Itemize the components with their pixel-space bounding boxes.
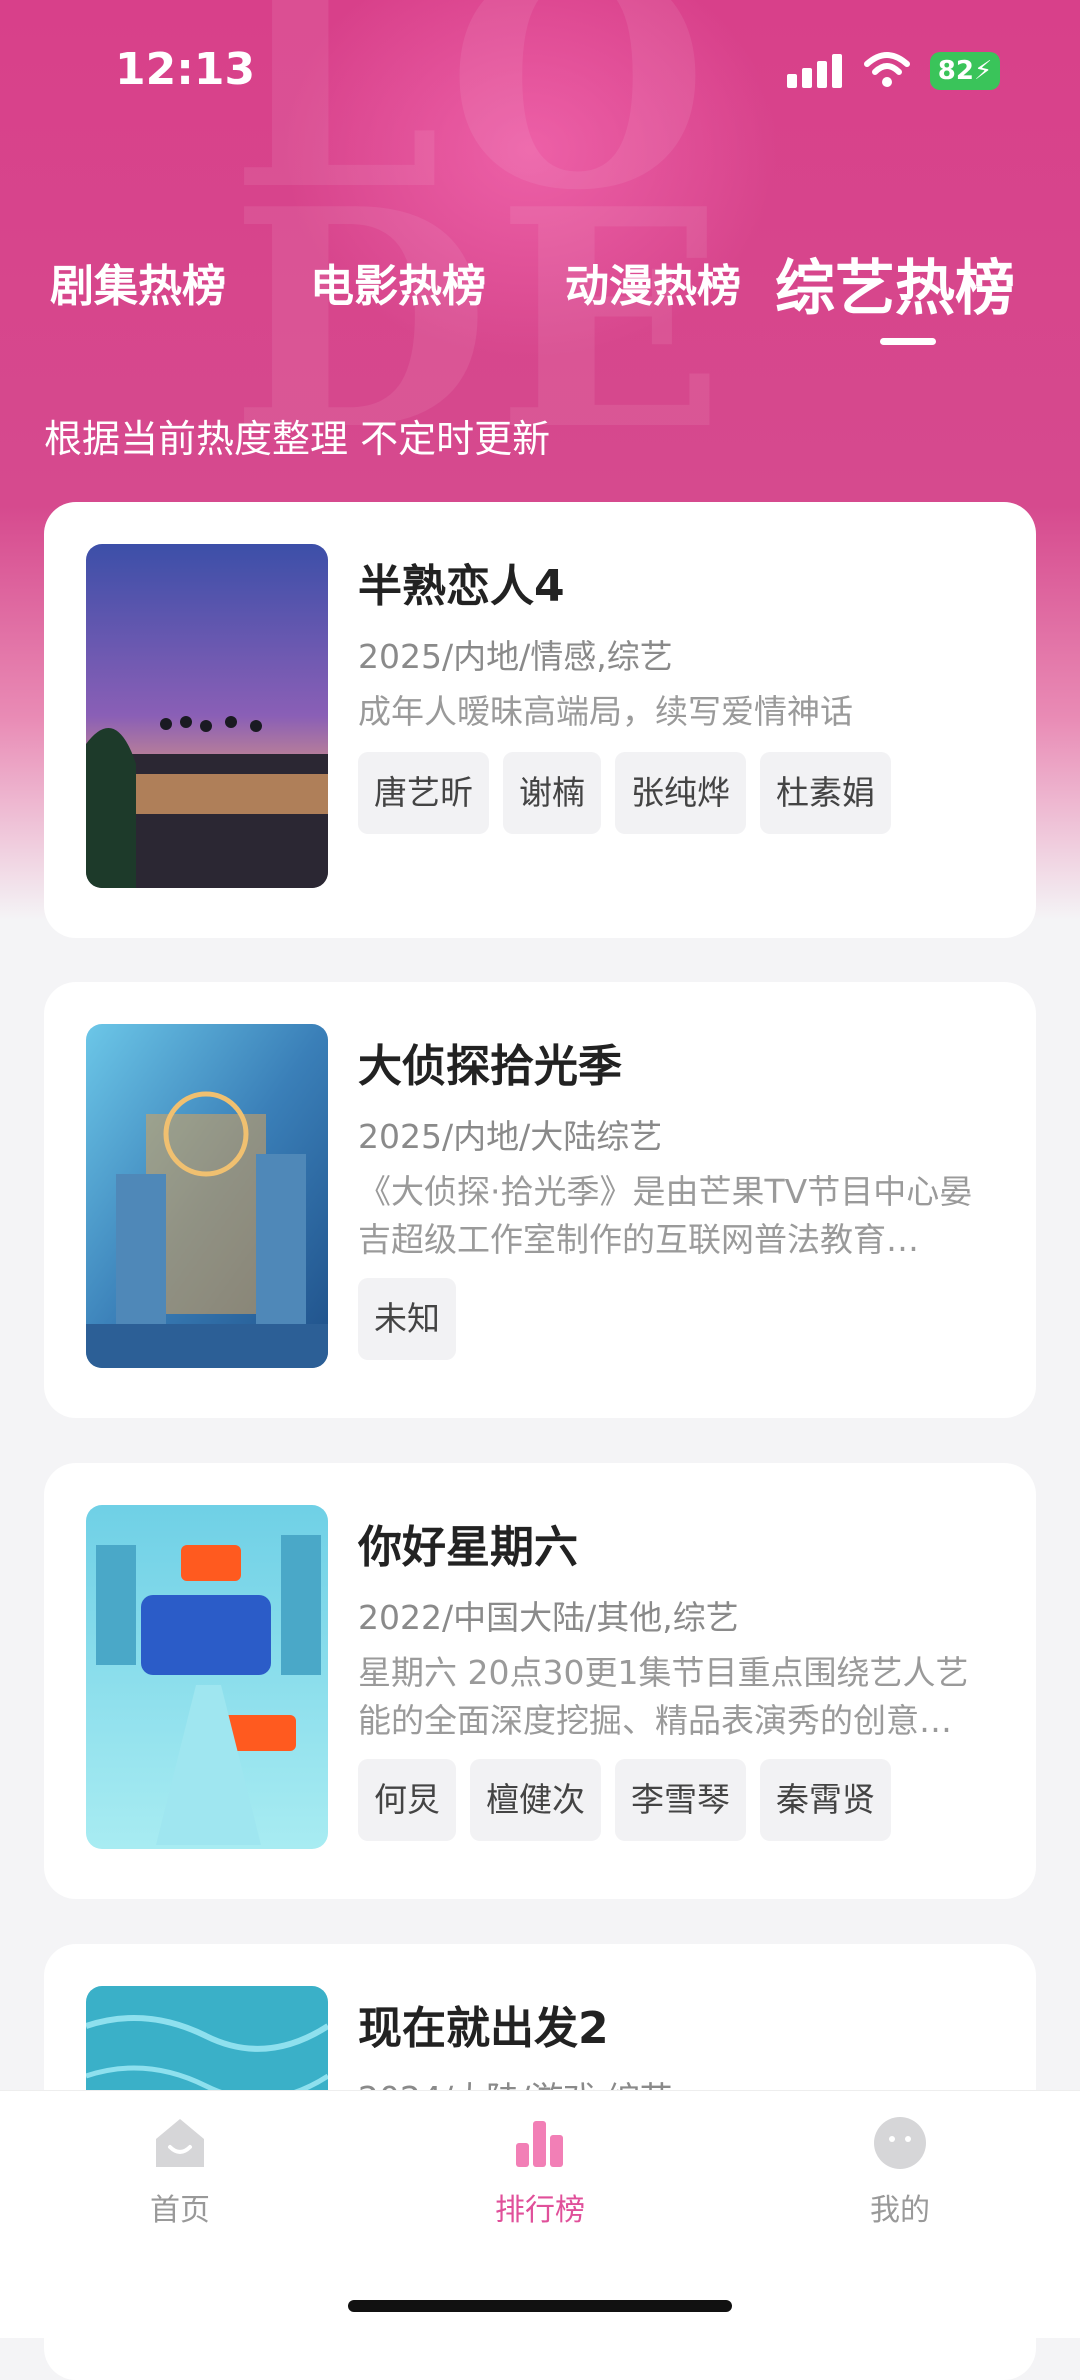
ranking-card[interactable]: 大侦探拾光季 2025/内地/大陆综艺 《大侦探·拾光季》是由芒果TV节目中心晏… [44, 982, 1036, 1418]
cast-tag[interactable]: 何炅 [358, 1759, 456, 1841]
battery-icon: 82⚡ [930, 52, 1000, 90]
cast-tag[interactable]: 唐艺昕 [358, 752, 489, 834]
nav-ranking[interactable]: 排行榜 [440, 2113, 640, 2229]
cast-tag[interactable]: 檀健次 [470, 1759, 601, 1841]
active-tab-indicator [880, 338, 936, 345]
card-title: 你好星期六 [358, 1522, 578, 1573]
card-description: 星期六 20点30更1集节目重点围绕艺人艺能的全面深度挖掘、精品表演秀的创意… [358, 1653, 969, 1740]
ranking-card[interactable]: 你好星期六 2022/中国大陆/其他,综艺 星期六 20点30更1集节目重点围绕… [44, 1463, 1036, 1899]
tab-tv-rank[interactable]: 剧集热榜 [50, 250, 226, 314]
status-bar: 12:13 82⚡ [0, 0, 1080, 140]
signal-icon [787, 54, 843, 88]
card-meta: 2025/内地/情感,综艺 [358, 637, 673, 676]
cast-tag[interactable]: 杜素娟 [760, 752, 891, 834]
cast-tag[interactable]: 未知 [358, 1278, 456, 1360]
nav-home-label: 首页 [150, 2193, 210, 2228]
cast-tag[interactable]: 张纯烨 [615, 752, 746, 834]
nav-ranking-label: 排行榜 [495, 2193, 585, 2228]
nav-profile-label: 我的 [870, 2193, 930, 2228]
card-title: 现在就出发2 [358, 2003, 609, 2054]
poster-image [86, 1024, 328, 1368]
poster-image [86, 1505, 328, 1849]
cast-tags: 唐艺昕 谢楠 张纯烨 杜素娟 [358, 752, 891, 834]
cast-tag[interactable]: 李雪琴 [615, 1759, 746, 1841]
card-meta: 2022/中国大陆/其他,综艺 [358, 1598, 739, 1637]
card-description: 《大侦探·拾光季》是由芒果TV节目中心晏吉超级工作室制作的互联网普法教育… [358, 1172, 973, 1259]
wifi-icon [864, 52, 910, 87]
ranking-icon [516, 2121, 563, 2167]
poster-image [86, 544, 328, 888]
profile-icon [874, 2117, 926, 2169]
ranking-subtitle: 根据当前热度整理 不定时更新 [44, 417, 551, 461]
nav-home[interactable]: 首页 [80, 2113, 280, 2229]
nav-profile[interactable]: 我的 [800, 2113, 1000, 2229]
card-meta: 2025/内地/大陆综艺 [358, 1117, 663, 1156]
tab-variety-rank[interactable]: 综艺热榜 [775, 240, 1015, 327]
tab-anime-rank[interactable]: 动漫热榜 [565, 250, 741, 314]
cast-tag[interactable]: 秦霄贤 [760, 1759, 891, 1841]
cast-tag[interactable]: 谢楠 [503, 752, 601, 834]
card-title: 大侦探拾光季 [358, 1041, 622, 1092]
tab-movie-rank[interactable]: 电影热榜 [310, 250, 486, 314]
cast-tags: 何炅 檀健次 李雪琴 秦霄贤 [358, 1759, 891, 1841]
card-description: 成年人暧昧高端局，续写爱情神话 [358, 692, 853, 731]
home-icon [156, 2119, 204, 2167]
status-time: 12:13 [115, 44, 256, 95]
card-title: 半熟恋人4 [358, 561, 565, 612]
ranking-card[interactable]: 半熟恋人4 2025/内地/情感,综艺 成年人暧昧高端局，续写爱情神话 唐艺昕 … [44, 502, 1036, 938]
home-indicator [348, 2300, 732, 2312]
cast-tags: 未知 [358, 1278, 456, 1360]
